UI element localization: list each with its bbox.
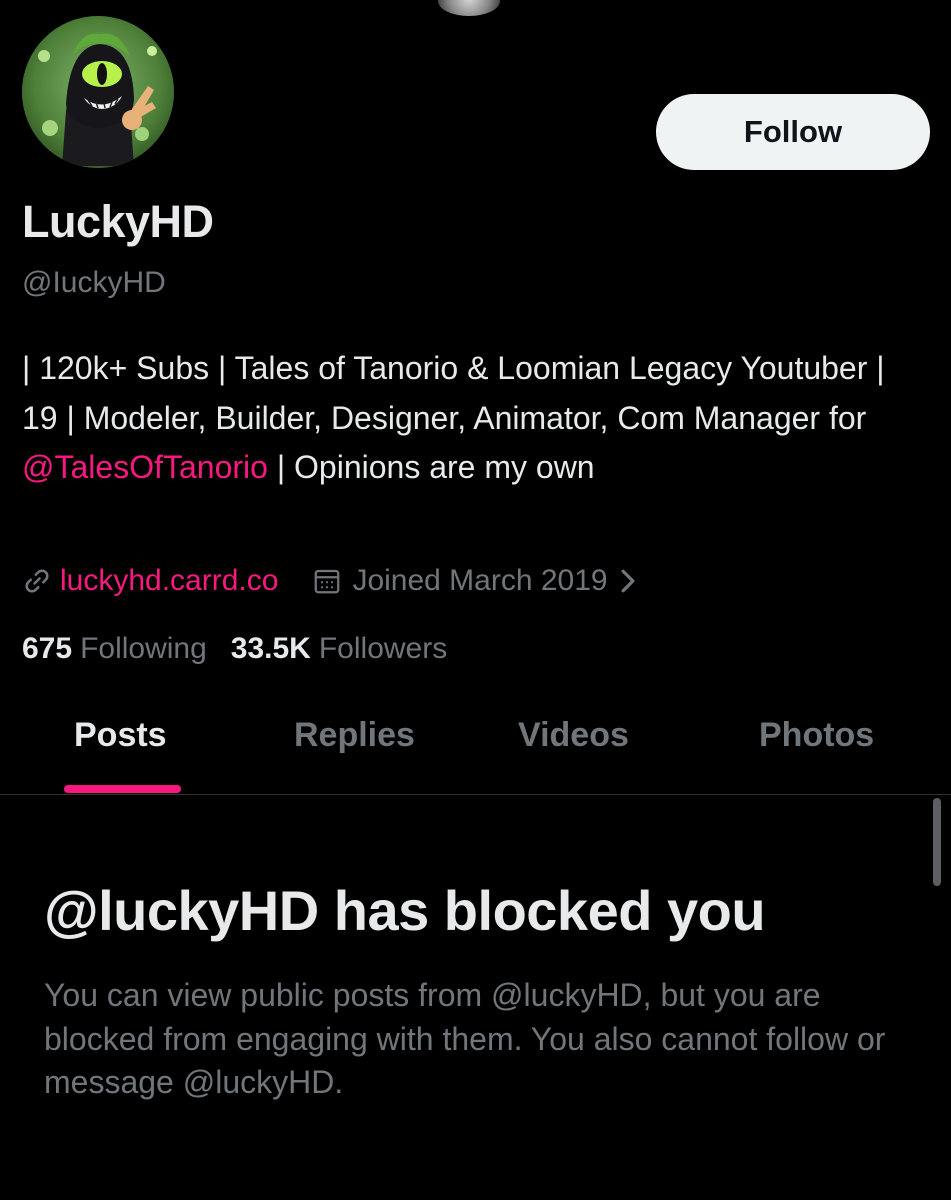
profile-meta: luckyhd.carrd.co Joined March 2019 <box>22 560 638 602</box>
avatar-illustration <box>22 16 174 168</box>
profile-handle: @IuckyHD <box>22 266 166 299</box>
chevron-right-icon <box>618 568 638 594</box>
website-link[interactable]: luckyhd.carrd.co <box>60 564 278 598</box>
profile-tabs: Posts Replies Videos Photos <box>0 700 951 795</box>
joined-date-text: Joined March 2019 <box>352 564 608 597</box>
following-label: Following <box>80 632 207 665</box>
profile-bio: | 120k+ Subs | Tales of Tanorio & Loomia… <box>22 344 922 493</box>
tab-videos[interactable]: Videos <box>518 716 629 755</box>
bio-text: | 120k+ Subs | Tales of Tanorio & Loomia… <box>22 350 885 436</box>
following-count-link[interactable]: 675 Following <box>22 632 207 666</box>
blocked-title: @luckyHD has blocked you <box>44 879 766 942</box>
profile-display-name: LuckyHD <box>22 196 214 247</box>
follow-button[interactable]: Follow <box>656 94 930 170</box>
profile-joined-date[interactable]: Joined March 2019 <box>312 564 637 598</box>
active-tab-indicator <box>64 785 181 793</box>
tab-posts[interactable]: Posts <box>74 716 167 755</box>
pull-to-refresh-indicator <box>438 0 500 16</box>
profile-website[interactable]: luckyhd.carrd.co <box>22 564 278 598</box>
followers-label: Followers <box>318 632 448 665</box>
profile-avatar[interactable] <box>22 16 174 168</box>
bio-text-end: | Opinions are my own <box>267 449 595 485</box>
bio-mention-link[interactable]: @TalesOfTanorio <box>22 449 268 485</box>
link-icon <box>22 566 52 596</box>
tab-replies[interactable]: Replies <box>294 716 415 755</box>
calendar-icon <box>312 566 342 596</box>
blocked-message: You can view public posts from @luckyHD,… <box>44 977 886 1100</box>
scrollbar[interactable] <box>933 798 941 886</box>
followers-count-link[interactable]: 33.5K Followers <box>231 632 447 666</box>
tab-photos[interactable]: Photos <box>759 716 874 755</box>
profile-follow-counts: 675 Following 33.5K Followers <box>22 628 447 670</box>
following-count: 675 <box>22 632 73 665</box>
followers-count: 33.5K <box>230 632 311 665</box>
